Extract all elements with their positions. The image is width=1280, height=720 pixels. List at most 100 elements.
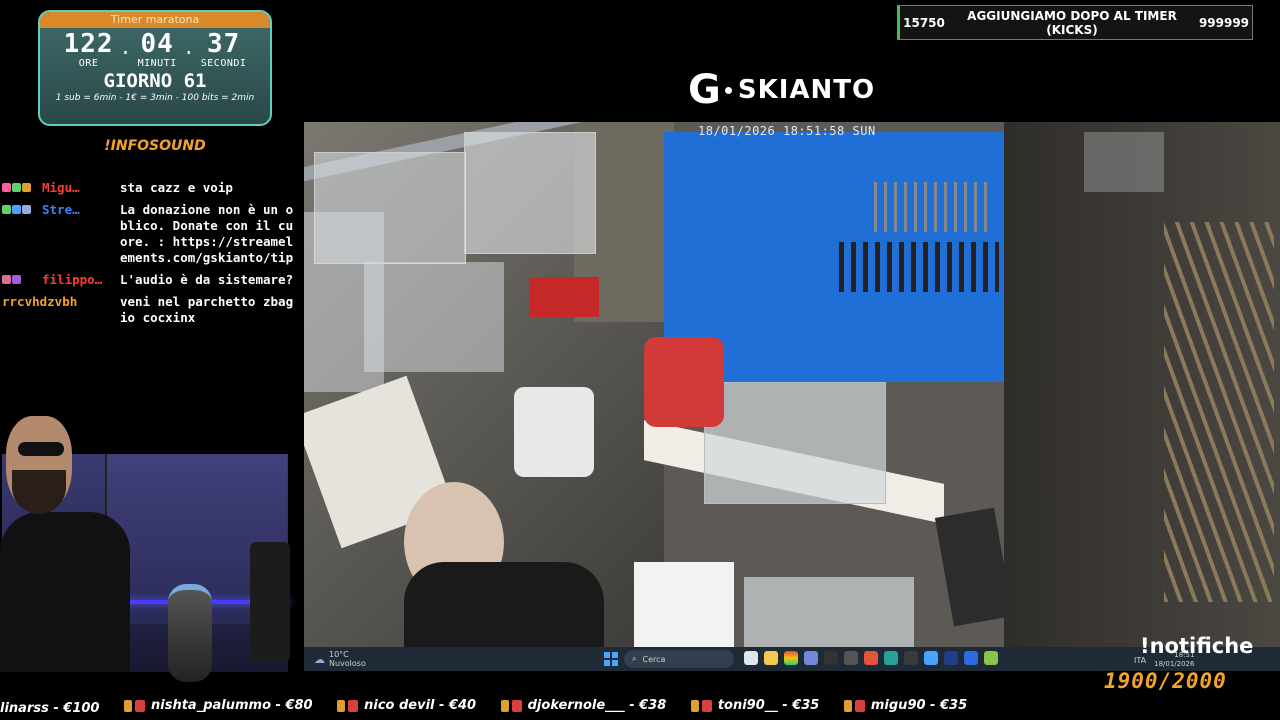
app-icon[interactable] <box>904 651 918 665</box>
obs-icon[interactable] <box>824 651 838 665</box>
medal-icon <box>701 699 712 712</box>
timer-seconds: 37 <box>206 29 241 59</box>
logo-name: SKIANTO <box>737 75 876 105</box>
storage-box <box>464 132 596 254</box>
chat-text: veni nel parchetto zbagio cocxinx <box>120 294 294 325</box>
red-toolbox <box>529 277 599 317</box>
goal-target: 999999 <box>1198 15 1250 30</box>
screwdriver-set <box>839 242 999 292</box>
ticker-text: djokernole___ - €38 <box>527 698 667 713</box>
ticker-item: toni90__ - €35 <box>690 698 819 713</box>
trophy-icon <box>690 699 699 712</box>
trophy-icon <box>124 699 132 712</box>
timer-seconds-label: SECONDI <box>200 58 247 69</box>
notifiche-command: !notifiche <box>1140 634 1254 658</box>
discord-icon[interactable] <box>804 651 818 665</box>
task-view-icon[interactable] <box>744 651 758 665</box>
timer-hours-label: ORE <box>78 58 99 69</box>
camera-timestamp: 18/01/2026 18:51:58 SUN <box>698 124 876 138</box>
ticker-text: migu90 - €35 <box>870 698 968 713</box>
app-icon[interactable] <box>844 651 858 665</box>
chat-message: rrcvhdzvbh veni nel parchetto zbagio coc… <box>2 294 300 326</box>
timer-hours: 122 <box>63 29 114 59</box>
windows-taskbar: ☁ 10°C Nuvoloso ⌕ Cerca ITA 18:51 18/01/… <box>304 647 1280 671</box>
clock-date: 18/01/2026 <box>1154 660 1195 668</box>
user-badges <box>2 272 42 288</box>
chat-username: Stre… <box>42 202 80 217</box>
marathon-timer: Timer maratona 122 ORE . 04 MINUTI . 37 … <box>38 10 272 126</box>
search-placeholder: Cerca <box>642 654 666 664</box>
heart-badge-icon <box>2 183 11 192</box>
user-badges <box>2 202 42 266</box>
kicks-goal-banner: 15750 AGGIUNGIAMO DOPO AL TIMER (KICKS) … <box>897 5 1253 40</box>
plastic-bag <box>514 387 594 477</box>
metal-cart <box>1084 132 1164 192</box>
vip-badge-icon <box>12 275 21 284</box>
trophy-icon <box>843 699 852 712</box>
smart-speaker <box>168 584 212 682</box>
person-body <box>404 562 604 647</box>
browser-icon[interactable] <box>884 651 898 665</box>
gift-badge-icon <box>12 183 21 192</box>
app-icon[interactable] <box>984 651 998 665</box>
ticker-text: nico devil - €40 <box>364 698 477 713</box>
storage-box <box>364 262 504 372</box>
streamer-sunglasses <box>18 442 64 456</box>
ticker-text: nishta_palummo - €80 <box>151 698 313 713</box>
chat-message: filippo… L'audio è da sistemare? <box>2 272 300 288</box>
ticker-item: nishta_palummo - €80 <box>124 698 313 713</box>
timer-title: Timer maratona <box>40 12 270 28</box>
goal-current: 15750 <box>903 15 945 30</box>
timer-separator: . <box>119 35 132 59</box>
goal-title: AGGIUNGIAMO DOPO AL TIMER (KICKS) <box>967 8 1177 37</box>
chat-message: Migu… sta cazz e voip <box>2 180 300 196</box>
timer-rates: 1 sub = 6min - 1€ = 3min - 100 bits = 2m… <box>55 93 255 103</box>
app-icon[interactable] <box>964 651 978 665</box>
app-icon[interactable] <box>864 651 878 665</box>
timer-day: GIORNO 61 <box>103 70 207 92</box>
taskbar-search[interactable]: ⌕ Cerca <box>624 650 734 668</box>
chat-username: Migu… <box>42 180 80 195</box>
timer-separator: . <box>182 35 195 59</box>
medal-icon <box>135 699 145 712</box>
red-bag <box>644 337 724 427</box>
garden-tools <box>1164 222 1274 602</box>
avatar-badge-icon <box>2 275 11 284</box>
app-icon[interactable] <box>944 651 958 665</box>
white-bin <box>634 562 734 647</box>
dustpan <box>934 507 1014 627</box>
chat-text: La donazione non è un oblico. Donate con… <box>120 202 294 265</box>
windows-start-icon[interactable] <box>604 652 618 666</box>
ticker-text: linarss - €100 <box>0 700 100 716</box>
trophy-icon <box>337 699 346 712</box>
medal-icon <box>348 699 359 712</box>
pc-fan <box>250 542 290 662</box>
timer-minutes-label: MINUTI <box>137 58 177 69</box>
tape-box <box>744 577 914 647</box>
cable-box <box>704 382 886 504</box>
file-explorer-icon[interactable] <box>764 651 778 665</box>
bot-badge-icon <box>12 205 21 214</box>
chat-username: rrcvhdzvbh <box>2 294 78 309</box>
streamer-webcam <box>0 412 300 682</box>
steam-icon[interactable] <box>924 651 938 665</box>
weather-widget[interactable]: ☁ 10°C Nuvoloso <box>314 650 366 668</box>
chat-panel: Migu… sta cazz e voip Stre… La donazione… <box>2 180 300 332</box>
timer-minutes: 04 <box>140 29 174 59</box>
ticker-item: migu90 - €35 <box>843 698 968 713</box>
cloud-icon: ☁ <box>314 652 325 666</box>
pencil-badge-icon <box>2 205 11 214</box>
medal-icon <box>511 699 522 712</box>
garage-camera-feed: 18/01/2026 18:51:58 SUN <box>304 122 1280 647</box>
chat-text: sta cazz e voip <box>120 180 233 195</box>
search-icon: ⌕ <box>632 654 637 663</box>
ticker-item: djokernole___ - €38 <box>500 698 667 713</box>
trophy-icon <box>500 699 509 712</box>
robot-badge-icon <box>22 205 31 214</box>
infosound-command: !INFOSOUND <box>104 138 206 154</box>
medal-icon <box>854 699 865 712</box>
taskbar-apps <box>744 651 998 665</box>
donation-ticker: linarss - €100 nishta_palummo - €80 nico… <box>0 698 1280 718</box>
chrome-icon[interactable] <box>784 651 798 665</box>
channel-logo: G SKIANTO <box>688 67 876 113</box>
